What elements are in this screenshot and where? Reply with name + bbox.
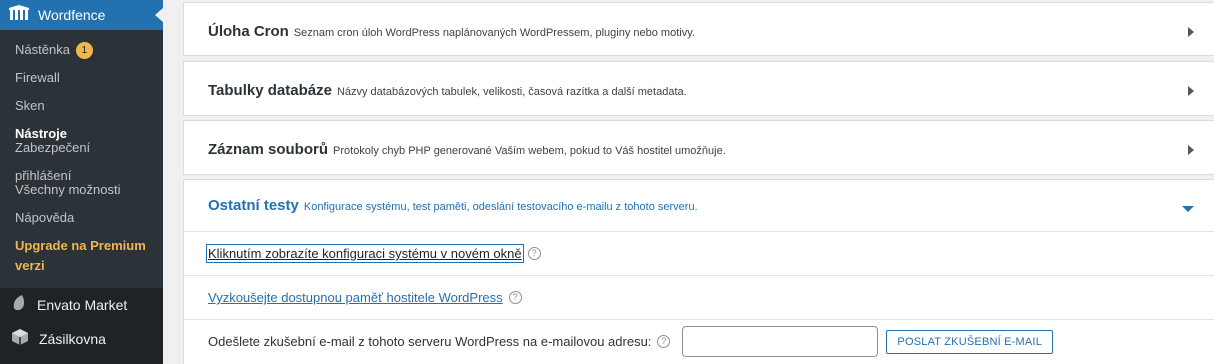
send-test-email-button[interactable]: POSLAT ZKUŠEBNÍ E-MAIL xyxy=(886,329,1054,354)
menu-envato-label: Envato Market xyxy=(37,297,128,313)
section-description: Protokoly chyb PHP generované Vaším webe… xyxy=(333,145,726,157)
test-email-label: Odešlete zkušební e-mail z tohoto server… xyxy=(208,334,652,349)
submenu-help[interactable]: Nápověda xyxy=(0,204,163,232)
submenu-scan[interactable]: Sken xyxy=(0,92,163,120)
system-config-row: Kliknutím zobrazíte konfiguraci systému … xyxy=(184,231,1214,275)
section-title: Úloha Cron xyxy=(208,23,289,40)
menu-wordfence-label: Wordfence xyxy=(38,7,106,23)
section-cron-header: Úloha Cron Seznam cron úloh WordPress na… xyxy=(184,3,1214,59)
submenu-upgrade-premium[interactable]: Upgrade na Premium verzi xyxy=(0,232,163,280)
admin-sidebar: Wordfence Nástěnka 1 Firewall Sken Nástr… xyxy=(0,0,163,364)
submenu-firewall[interactable]: Firewall xyxy=(0,64,163,92)
collapse-arrow-icon[interactable] xyxy=(1182,206,1194,212)
section-log-files[interactable]: Záznam souborů Protokoly chyb PHP genero… xyxy=(183,120,1214,175)
tools-content: Úloha Cron Seznam cron úloh WordPress na… xyxy=(183,0,1214,364)
envato-leaf-icon xyxy=(11,294,27,317)
menu-wordfence[interactable]: Wordfence xyxy=(0,0,163,30)
section-description: Názvy databázových tabulek, velikosti, č… xyxy=(336,86,687,98)
expand-arrow-icon[interactable] xyxy=(1188,86,1194,96)
section-title: Tabulky databáze xyxy=(208,82,332,99)
wordfence-submenu: Nástěnka 1 Firewall Sken Nástroje Zabezp… xyxy=(0,30,163,288)
menu-envato-market[interactable]: Envato Market xyxy=(0,288,163,322)
section-description: Konfigurace systému, test paměti, odeslá… xyxy=(303,201,698,213)
help-icon[interactable]: ? xyxy=(657,335,671,348)
expand-arrow-icon[interactable] xyxy=(1188,145,1194,155)
section-title: Ostatní testy xyxy=(208,197,299,214)
test-email-input[interactable] xyxy=(682,326,879,357)
section-other-tests: Ostatní testy Konfigurace systému, test … xyxy=(183,179,1214,364)
help-icon[interactable]: ? xyxy=(508,291,522,304)
section-title: Záznam souborů xyxy=(208,141,329,158)
submenu-dashboard[interactable]: Nástěnka 1 xyxy=(0,36,163,64)
notification-badge: 1 xyxy=(75,41,93,59)
menu-zasilkovna-label: Zásilkovna xyxy=(39,331,106,347)
section-other-header[interactable]: Ostatní testy Konfigurace systému, test … xyxy=(184,180,1214,232)
section-db-tables[interactable]: Tabulky databáze Názvy databázových tabu… xyxy=(183,61,1214,116)
submenu-login-security[interactable]: Zabezpečení přihlášení xyxy=(0,140,163,183)
wordfence-icon xyxy=(9,4,29,26)
help-icon[interactable]: ? xyxy=(527,247,541,260)
expand-arrow-icon[interactable] xyxy=(1188,27,1194,37)
section-log-header: Záznam souborů Protokoly chyb PHP genero… xyxy=(184,121,1214,177)
section-description: Seznam cron úloh WordPress naplánovaných… xyxy=(293,27,695,39)
test-email-row: Odešlete zkušební e-mail z tohoto server… xyxy=(184,319,1214,363)
submenu-dashboard-label: Nástěnka xyxy=(15,42,70,57)
memory-test-row: Vyzkoušejte dostupnou paměť hostitele Wo… xyxy=(184,275,1214,319)
system-config-link[interactable]: Kliknutím zobrazíte konfiguraci systému … xyxy=(206,244,524,263)
section-db-header: Tabulky databáze Názvy databázových tabu… xyxy=(184,62,1214,118)
section-cron[interactable]: Úloha Cron Seznam cron úloh WordPress na… xyxy=(183,2,1214,56)
package-icon xyxy=(11,328,29,351)
menu-zasilkovna[interactable]: Zásilkovna xyxy=(0,322,163,356)
memory-test-link[interactable]: Vyzkoušejte dostupnou paměť hostitele Wo… xyxy=(208,290,503,305)
